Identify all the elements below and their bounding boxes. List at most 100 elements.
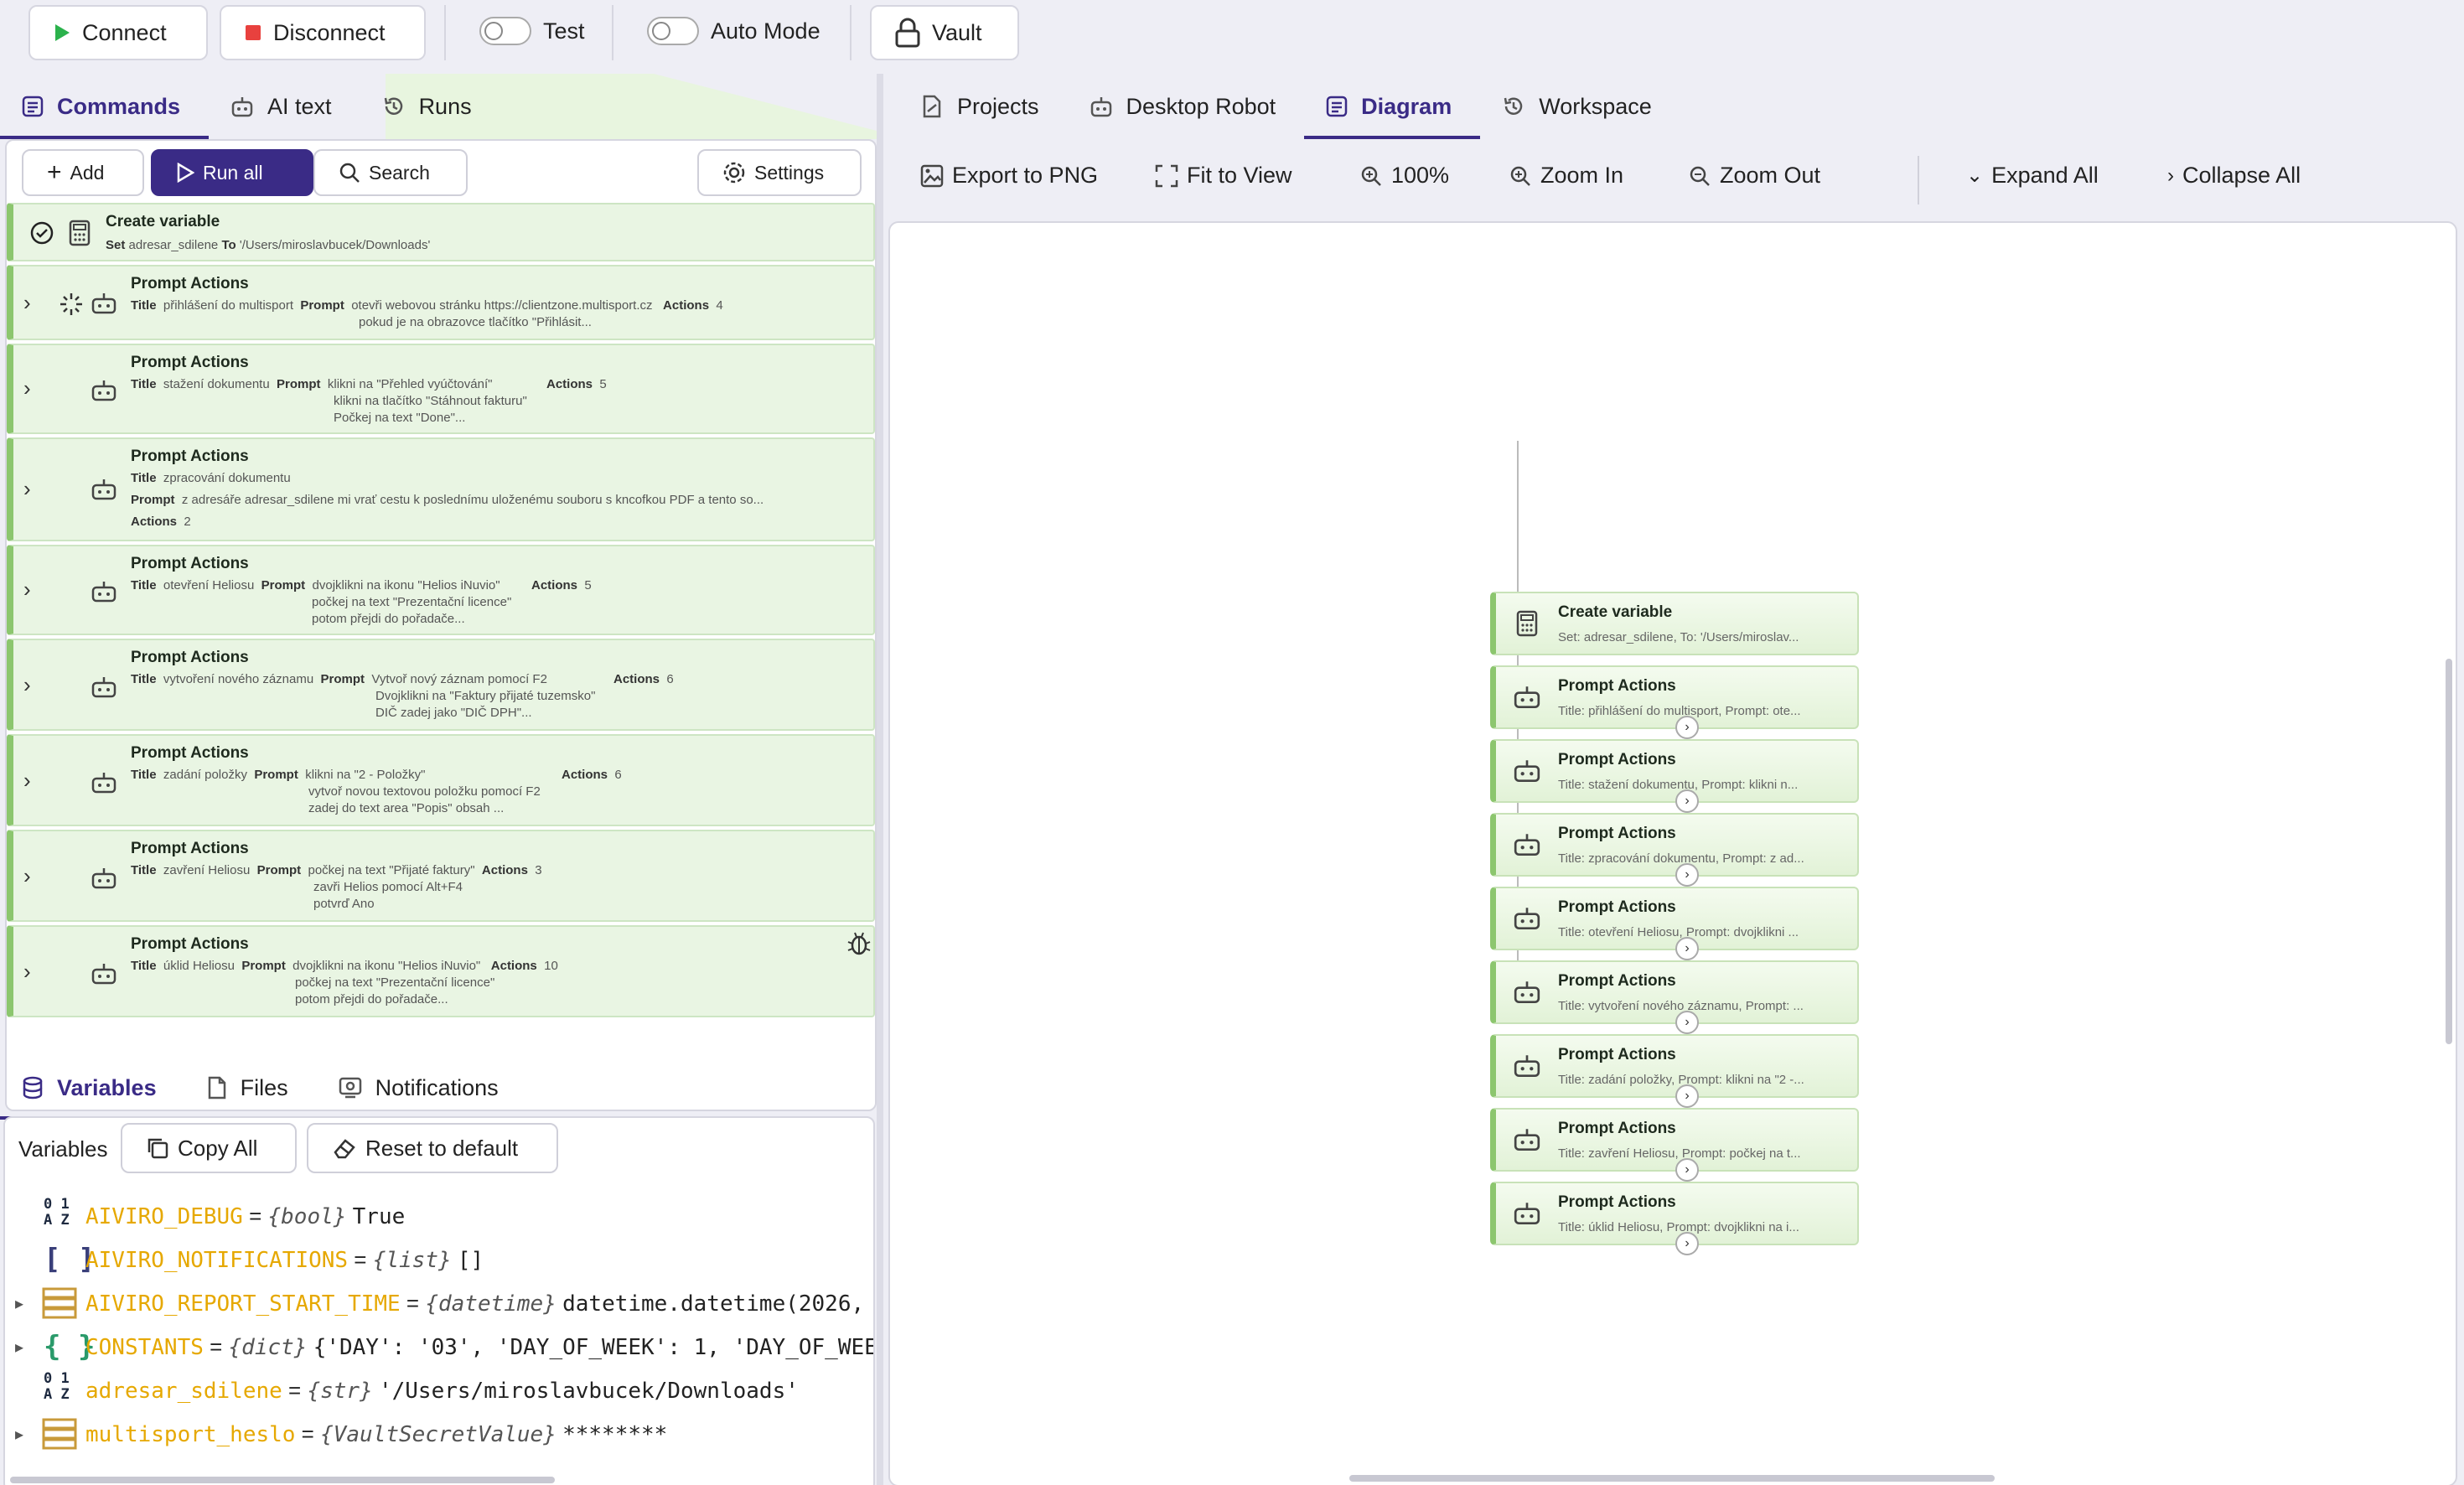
tab-workspace[interactable]: Workspace bbox=[1480, 74, 1680, 139]
search-button[interactable]: Search bbox=[313, 149, 468, 196]
zoom-out-button[interactable]: Zoom Out bbox=[1688, 163, 1820, 189]
command-row[interactable]: › Prompt Actions Title přihlášení do mul… bbox=[7, 265, 875, 340]
node-expand-button[interactable]: › bbox=[1675, 1084, 1699, 1108]
tab-runs[interactable]: Runs bbox=[360, 74, 500, 139]
auto-mode-label: Auto Mode bbox=[711, 18, 820, 44]
command-row[interactable]: › Prompt Actions Title zadání položky Pr… bbox=[7, 734, 875, 826]
tab-files[interactable]: Files bbox=[185, 1056, 317, 1120]
variable-type: {bool} bbox=[267, 1203, 347, 1229]
chevron-right-icon[interactable]: › bbox=[23, 375, 31, 401]
command-row[interactable]: › Prompt Actions Title otevření Heliosu … bbox=[7, 545, 875, 635]
expand-arrow-icon[interactable]: ▸ bbox=[15, 1424, 23, 1445]
settings-button[interactable]: Settings bbox=[697, 149, 862, 196]
node-expand-button[interactable]: › bbox=[1675, 937, 1699, 960]
connect-button[interactable]: Connect bbox=[28, 5, 208, 60]
zoom-in-button[interactable]: Zoom In bbox=[1509, 163, 1623, 189]
image-export-icon bbox=[920, 164, 944, 187]
vault-label: Vault bbox=[932, 19, 982, 45]
copy-all-button[interactable]: Copy All bbox=[121, 1123, 297, 1173]
variable-value: datetime.datetime(2026, 8 bbox=[562, 1291, 875, 1317]
horizontal-scrollbar[interactable] bbox=[10, 1477, 555, 1483]
node-title: Prompt Actions bbox=[1558, 1193, 1676, 1211]
diagram-node[interactable]: Prompt Actions Title: zavření Heliosu, P… bbox=[1490, 1108, 1859, 1182]
node-subtitle: Title: vytvoření nového záznamu, Prompt:… bbox=[1558, 999, 1804, 1013]
node-expand-button[interactable]: › bbox=[1675, 716, 1699, 739]
add-button[interactable]: + Add bbox=[22, 149, 144, 196]
tab-desktop-robot[interactable]: Desktop Robot bbox=[1068, 74, 1305, 139]
diagram-canvas[interactable]: Create variable Set: adresar_sdilene, To… bbox=[888, 221, 2457, 1485]
export-png-button[interactable]: Export to PNG bbox=[920, 163, 1098, 189]
tab-diagram[interactable]: Diagram bbox=[1304, 74, 1481, 139]
diagram-node[interactable]: Prompt Actions Title: zadání položky, Pr… bbox=[1490, 1034, 1859, 1108]
node-expand-button[interactable]: › bbox=[1675, 789, 1699, 813]
plus-icon: + bbox=[47, 158, 62, 186]
fit-to-view-button[interactable]: Fit to View bbox=[1155, 163, 1292, 189]
fit-icon bbox=[1155, 164, 1178, 187]
diagram-node[interactable]: Prompt Actions Title: úklid Heliosu, Pro… bbox=[1490, 1182, 1859, 1255]
chevron-right-icon[interactable]: › bbox=[23, 672, 31, 698]
tab-variables[interactable]: Variables bbox=[0, 1056, 185, 1120]
command-row-create-variable[interactable]: Create variable Set adresar_sdilene To '… bbox=[7, 203, 875, 261]
search-icon bbox=[339, 163, 360, 183]
node-expand-button[interactable]: › bbox=[1675, 1232, 1699, 1255]
node-subtitle: Title: zavření Heliosu, Prompt: počkej n… bbox=[1558, 1146, 1801, 1161]
string-type-icon: 0 1A Z bbox=[44, 1196, 70, 1229]
diagram-node[interactable]: Prompt Actions Title: vytvoření nového z… bbox=[1490, 960, 1859, 1034]
node-expand-button[interactable]: › bbox=[1675, 863, 1699, 887]
vault-button[interactable]: Vault bbox=[870, 5, 1019, 60]
settings-label: Settings bbox=[754, 161, 825, 184]
horizontal-scrollbar[interactable] bbox=[1349, 1475, 1995, 1482]
check-circle-icon bbox=[30, 221, 54, 245]
expand-arrow-icon[interactable]: ▸ bbox=[15, 1293, 23, 1314]
command-row[interactable]: › Prompt Actions Title stažení dokumentu… bbox=[7, 344, 875, 434]
robot-icon bbox=[231, 97, 253, 117]
run-all-button[interactable]: Run all bbox=[151, 149, 313, 196]
chevron-right-icon[interactable]: › bbox=[23, 577, 31, 603]
command-detail-line: Actions 2 bbox=[131, 515, 191, 529]
test-toggle[interactable] bbox=[479, 17, 531, 45]
diagram-node[interactable]: Prompt Actions Title: stažení dokumentu,… bbox=[1490, 739, 1859, 813]
robot-icon bbox=[1514, 981, 1540, 1004]
disconnect-button[interactable]: Disconnect bbox=[220, 5, 426, 60]
variable-type: {list} bbox=[372, 1247, 452, 1273]
chevron-right-icon[interactable]: › bbox=[23, 290, 31, 316]
expand-arrow-icon[interactable]: ▸ bbox=[15, 1337, 23, 1358]
command-row[interactable]: › Prompt Actions Title úklid Heliosu Pro… bbox=[7, 925, 875, 1017]
chevron-right-icon[interactable]: › bbox=[23, 476, 31, 502]
reset-to-default-button[interactable]: Reset to default bbox=[307, 1123, 558, 1173]
command-detail-line: počkej na text "Prezentační licence" bbox=[295, 975, 495, 990]
tab-commands[interactable]: Commands bbox=[0, 74, 210, 139]
diagram-node-create-variable[interactable]: Create variable Set: adresar_sdilene, To… bbox=[1490, 592, 1859, 655]
panel-splitter[interactable] bbox=[877, 74, 883, 1485]
zoom-reset-button[interactable]: 100% bbox=[1359, 163, 1449, 189]
expand-all-button[interactable]: ⌄ Expand All bbox=[1966, 163, 2099, 189]
tab-desktop-robot-label: Desktop Robot bbox=[1126, 93, 1276, 119]
robot-icon bbox=[1514, 1129, 1540, 1151]
tab-projects[interactable]: Projects bbox=[900, 74, 1068, 139]
command-detail-line: potvrď Ano bbox=[313, 897, 375, 911]
diagram-node[interactable]: Prompt Actions Title: přihlášení do mult… bbox=[1490, 665, 1859, 739]
collapse-all-button[interactable]: › Collapse All bbox=[2167, 163, 2301, 189]
bug-icon[interactable] bbox=[846, 930, 872, 957]
history-icon bbox=[1504, 97, 1523, 115]
node-title: Create variable bbox=[1558, 603, 1673, 621]
command-row[interactable]: › Prompt Actions Title zpracování dokume… bbox=[7, 437, 875, 541]
command-details: Set adresar_sdilene To '/Users/miroslavb… bbox=[106, 238, 431, 252]
command-row[interactable]: › Prompt Actions Title zavření Heliosu P… bbox=[7, 830, 875, 922]
chevron-right-icon[interactable]: › bbox=[23, 863, 31, 889]
diagram-node[interactable]: Prompt Actions Title: zpracování dokumen… bbox=[1490, 813, 1859, 887]
diagram-node[interactable]: Prompt Actions Title: otevření Heliosu, … bbox=[1490, 887, 1859, 960]
auto-mode-toggle[interactable] bbox=[647, 17, 699, 45]
node-expand-button[interactable]: › bbox=[1675, 1158, 1699, 1182]
node-expand-button[interactable]: › bbox=[1675, 1011, 1699, 1034]
command-detail-line: Title úklid Heliosu Prompt dvojklikni na… bbox=[131, 959, 558, 973]
zoom-out-label: Zoom Out bbox=[1720, 163, 1821, 188]
chevron-right-icon[interactable]: › bbox=[23, 768, 31, 794]
robot-icon bbox=[91, 773, 116, 794]
tab-ai-text[interactable]: AI text bbox=[209, 74, 360, 139]
command-row[interactable]: › Prompt Actions Title vytvoření nového … bbox=[7, 639, 875, 731]
tab-notifications[interactable]: Notifications bbox=[317, 1056, 527, 1120]
chevron-right-icon[interactable]: › bbox=[23, 959, 31, 985]
vertical-scrollbar[interactable] bbox=[2446, 659, 2452, 1044]
play-icon bbox=[55, 24, 70, 41]
